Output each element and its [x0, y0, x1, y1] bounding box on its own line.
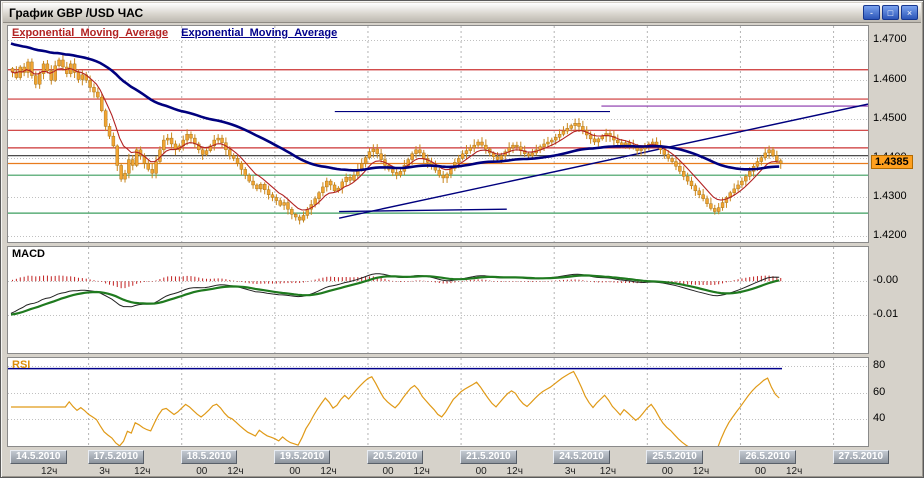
time-label: 00 [196, 466, 207, 477]
macd-chart-svg [8, 247, 868, 353]
date-label: 21.5.2010 [460, 450, 517, 464]
rsi-panel[interactable]: RSI [7, 357, 869, 447]
price-chart-svg [8, 26, 868, 242]
macd-tick-label: -0.00 [873, 274, 898, 286]
time-label: 3ч [99, 466, 110, 477]
time-label: 00 [476, 466, 487, 477]
price-panel[interactable]: Exponential_Moving_Average Exponential_M… [7, 25, 869, 243]
time-label: 00 [289, 466, 300, 477]
time-label: 12ч [414, 466, 430, 477]
macd-panel[interactable]: MACD [7, 246, 869, 354]
price-tick-label: 1.4700 [873, 33, 907, 45]
ema-fast-legend-label[interactable]: Exponential_Moving_Average [12, 27, 168, 39]
date-label: 25.5.2010 [646, 450, 703, 464]
price-tick-label: 1.4500 [873, 112, 907, 124]
price-tick-label: 1.4600 [873, 73, 907, 85]
rsi-tick-label: 60 [873, 386, 885, 398]
date-label: 17.5.2010 [88, 450, 145, 464]
time-label: 12ч [320, 466, 336, 477]
time-label: 12ч [134, 466, 150, 477]
window-title: График GBP /USD ЧАС [9, 6, 143, 20]
window-controls: - □ × [861, 5, 918, 20]
date-label: 27.5.2010 [833, 450, 890, 464]
current-price-badge: 1.4385 [871, 155, 913, 169]
window-titlebar[interactable]: График GBP /USD ЧАС - □ × [3, 3, 921, 23]
time-label: 00 [382, 466, 393, 477]
time-axis: 14.5.2010 17.5.2010 18.5.2010 19.5.2010 20.5… [7, 449, 923, 477]
time-label: 00 [662, 466, 673, 477]
chart-window: График GBP /USD ЧАС - □ × Exponential_Mo… [0, 0, 924, 478]
maximize-button[interactable]: □ [882, 5, 899, 20]
time-label: 12ч [227, 466, 243, 477]
date-label: 19.5.2010 [274, 450, 331, 464]
price-tick-label: 1.4300 [873, 190, 907, 202]
rsi-chart-svg [8, 358, 868, 446]
date-label: 18.5.2010 [181, 450, 238, 464]
date-label: 14.5.2010 [10, 450, 67, 464]
time-label: 12ч [786, 466, 802, 477]
rsi-panel-label: RSI [12, 359, 30, 371]
date-label: 26.5.2010 [739, 450, 796, 464]
macd-tick-label: -0.01 [873, 308, 898, 320]
indicator-legend: Exponential_Moving_Average Exponential_M… [12, 27, 337, 39]
price-tick-label: 1.4200 [873, 229, 907, 241]
time-label: 3ч [565, 466, 576, 477]
minimize-button[interactable]: - [863, 5, 880, 20]
price-axis-column: 1.47001.46001.45001.44001.43001.4200-0.0… [871, 25, 924, 449]
time-label: 12ч [600, 466, 616, 477]
date-label: 20.5.2010 [367, 450, 424, 464]
time-label: 00 [755, 466, 766, 477]
time-label: 12ч [41, 466, 57, 477]
time-label: 12ч [507, 466, 523, 477]
rsi-tick-label: 80 [873, 359, 885, 371]
date-label: 24.5.2010 [553, 450, 610, 464]
time-label: 12ч [693, 466, 709, 477]
macd-panel-label: MACD [12, 248, 45, 260]
ema-slow-legend-label[interactable]: Exponential_Moving_Average [181, 27, 337, 39]
rsi-tick-label: 40 [873, 412, 885, 424]
close-button[interactable]: × [901, 5, 918, 20]
